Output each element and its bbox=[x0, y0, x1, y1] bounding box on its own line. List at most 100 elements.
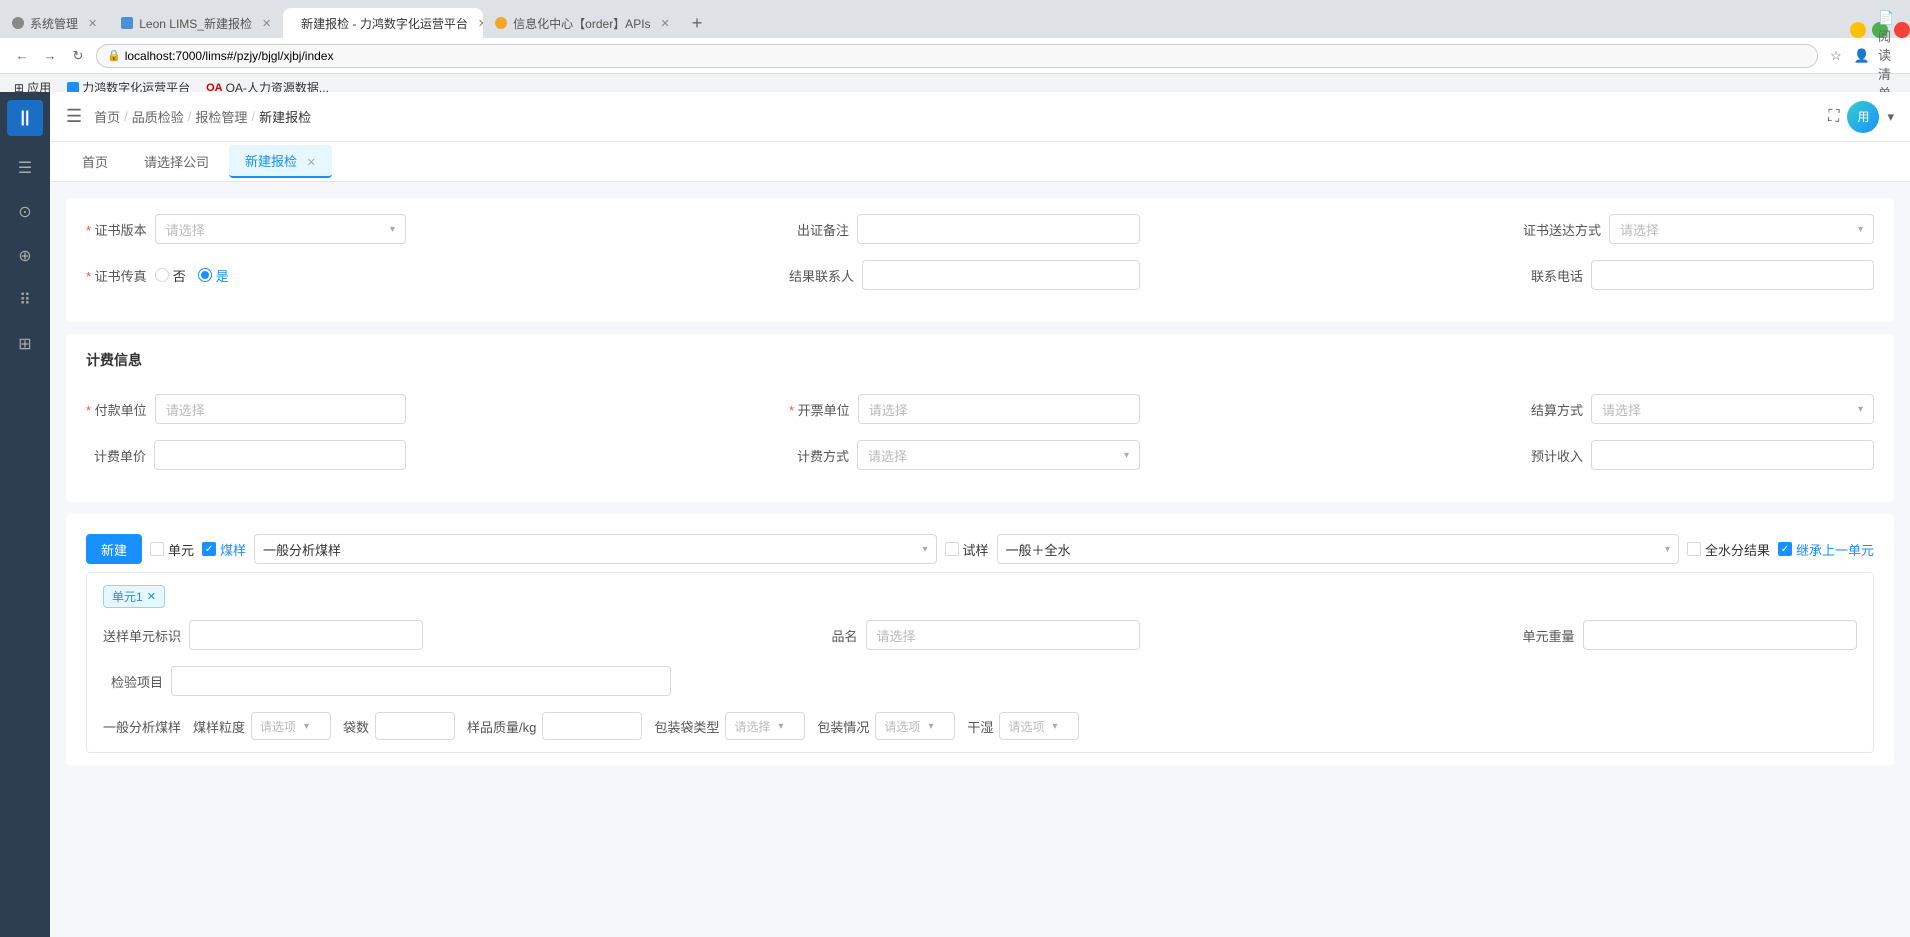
sidebar-item-menu[interactable]: ☰ bbox=[5, 148, 45, 188]
readlist-icon[interactable]: 📄 阅读清单 bbox=[1878, 46, 1898, 66]
cert-row-1: 证书版本 请选择 ▾ 出证备注 证书送达方 bbox=[86, 214, 1874, 244]
bookmarks-icon[interactable]: ☆ bbox=[1826, 46, 1846, 66]
cert-remarks-input[interactable] bbox=[857, 214, 1140, 244]
unit-weight-label: 单元重量 bbox=[1515, 626, 1575, 645]
test-items-input[interactable] bbox=[171, 666, 671, 696]
bags-item: 袋数 bbox=[343, 712, 455, 740]
general-analysis-select[interactable]: 一般分析煤样 ▾ bbox=[254, 534, 936, 564]
unit-label: 单元 bbox=[168, 540, 194, 559]
sidebar-item-add[interactable]: ⊕ bbox=[5, 236, 45, 276]
bags-input[interactable] bbox=[375, 712, 455, 740]
address-bar[interactable]: 🔒 bbox=[96, 44, 1818, 68]
test-items-label: 检验项目 bbox=[103, 672, 163, 691]
tab-close-api[interactable]: ✕ bbox=[661, 17, 670, 30]
cert-version-placeholder: 请选择 bbox=[166, 220, 205, 239]
tab-label-api: 信息化中心【order】APIs bbox=[513, 15, 650, 32]
tab-icon-lims bbox=[121, 17, 133, 29]
form-area: 证书版本 请选择 ▾ 出证备注 证书送达方 bbox=[50, 182, 1910, 937]
fee-method-arrow-icon: ▾ bbox=[1124, 450, 1129, 461]
dry-wet-select[interactable]: 请选项 ▾ bbox=[999, 712, 1079, 740]
fee-unit-input[interactable] bbox=[154, 440, 406, 470]
browser-tab-new-report[interactable]: 新建报检 - 力鸿数字化运营平台 ✕ bbox=[283, 8, 483, 38]
settlement-select[interactable]: 请选择 ▾ bbox=[1591, 394, 1874, 424]
breadcrumb: 首页 / 品质检验 / 报检管理 / 新建报检 bbox=[94, 107, 311, 126]
unit-tab-close-icon[interactable]: ✕ bbox=[147, 590, 156, 603]
package-select[interactable]: 请选项 ▾ bbox=[875, 712, 955, 740]
toolbar: 新建 单元 ✓ 煤样 一般分析煤样 ▾ bbox=[86, 526, 1874, 572]
full-water-checkbox[interactable]: 全水分结果 bbox=[1687, 540, 1770, 559]
page-tab-company[interactable]: 请选择公司 bbox=[128, 146, 225, 177]
contact-phone-input[interactable] bbox=[1591, 260, 1874, 290]
cert-delivery-arrow-icon: ▾ bbox=[1858, 224, 1863, 235]
package-type-select[interactable]: 请选择 ▾ bbox=[725, 712, 805, 740]
expected-income-input[interactable] bbox=[1591, 440, 1874, 470]
cert-version-select[interactable]: 请选择 ▾ bbox=[155, 214, 406, 244]
new-button[interactable]: 新建 bbox=[86, 534, 142, 564]
radio-no[interactable]: 否 bbox=[155, 266, 186, 285]
back-button[interactable]: ← bbox=[12, 46, 32, 66]
breadcrumb-quality[interactable]: 品质检验 bbox=[132, 107, 184, 126]
browser-tab-system[interactable]: 系统管理 ✕ bbox=[0, 8, 109, 38]
breadcrumb-sep3: / bbox=[251, 109, 255, 124]
radio-yes-circle bbox=[198, 268, 212, 282]
breadcrumb-home[interactable]: 首页 bbox=[94, 107, 120, 126]
new-button-label: 新建 bbox=[101, 540, 127, 559]
nav-toggle-icon[interactable]: ☰ bbox=[66, 106, 82, 127]
radio-yes[interactable]: 是 bbox=[198, 266, 229, 285]
coal-sample-label: 煤样 bbox=[220, 540, 246, 559]
cert-remarks-label: 出证备注 bbox=[789, 220, 849, 239]
browser-tab-lims[interactable]: Leon LIMS_新建报检 ✕ bbox=[109, 8, 283, 38]
cert-delivery-select[interactable]: 请选择 ▾ bbox=[1609, 214, 1874, 244]
cert-delivery-item: 证书送达方式 请选择 ▾ bbox=[1523, 214, 1874, 244]
fee-method-select[interactable]: 请选择 ▾ bbox=[857, 440, 1140, 470]
inherit-checkbox-box: ✓ bbox=[1778, 542, 1792, 556]
product-select[interactable]: 请选择 bbox=[866, 620, 1141, 650]
minimize-button[interactable] bbox=[1850, 22, 1866, 38]
avatar[interactable]: 用 bbox=[1847, 101, 1879, 133]
tab-close-lims[interactable]: ✕ bbox=[262, 17, 271, 30]
cert-fax-item: 证书传真 否 是 bbox=[86, 266, 406, 285]
coal-sample-checkbox[interactable]: ✓ 煤样 bbox=[202, 540, 246, 559]
page-tab-home[interactable]: 首页 bbox=[66, 146, 124, 177]
tab-icon-system bbox=[12, 17, 24, 29]
browser-tab-api[interactable]: 信息化中心【order】APIs ✕ bbox=[483, 8, 682, 38]
package-label: 包装情况 bbox=[817, 717, 869, 736]
new-tab-button[interactable]: + bbox=[682, 8, 713, 38]
sample-quality-input[interactable] bbox=[542, 712, 642, 740]
sidebar-item-home[interactable]: ⊙ bbox=[5, 192, 45, 232]
package-arrow-icon: ▾ bbox=[928, 721, 933, 732]
unit-checkbox-box bbox=[150, 542, 164, 556]
result-contact-label: 结果联系人 bbox=[789, 266, 854, 285]
pay-unit-select[interactable]: 请选择 bbox=[155, 394, 406, 424]
dry-wet-placeholder: 请选项 bbox=[1008, 718, 1044, 735]
coal-particle-select[interactable]: 请选项 ▾ bbox=[251, 712, 331, 740]
tab-label-new-report: 新建报检 - 力鸿数字化运营平台 bbox=[301, 15, 468, 32]
full-water-label: 全水分结果 bbox=[1705, 540, 1770, 559]
address-input[interactable] bbox=[125, 49, 1807, 63]
cert-version-label: 证书版本 bbox=[86, 220, 147, 239]
general-full-select[interactable]: 一般＋全水 ▾ bbox=[997, 534, 1679, 564]
unit-checkbox[interactable]: 单元 bbox=[150, 540, 194, 559]
invoice-unit-select[interactable]: 请选择 bbox=[858, 394, 1140, 424]
page-tab-close-icon[interactable]: ✕ bbox=[307, 157, 316, 169]
dropdown-icon[interactable]: ▾ bbox=[1887, 109, 1894, 125]
sample-unit-input[interactable] bbox=[189, 620, 423, 650]
profile-icon[interactable]: 👤 bbox=[1852, 46, 1872, 66]
page-tab-home-label: 首页 bbox=[82, 155, 108, 170]
breadcrumb-report-mgmt[interactable]: 报检管理 bbox=[195, 107, 247, 126]
sidebar-item-grid[interactable]: ⊞ bbox=[5, 324, 45, 364]
reload-button[interactable]: ↻ bbox=[68, 46, 88, 66]
page-tab-new-report[interactable]: 新建报检 ✕ bbox=[229, 145, 332, 178]
sidebar-item-list[interactable]: ⠿ bbox=[5, 280, 45, 320]
fullscreen-button[interactable]: ⛶ bbox=[1828, 108, 1839, 126]
app-logo[interactable]: || bbox=[7, 100, 43, 136]
trial-sample-checkbox[interactable]: 试样 bbox=[945, 540, 989, 559]
inherit-checkbox[interactable]: ✓ 继承上一单元 bbox=[1778, 540, 1874, 559]
analysis-row: 一般分析煤样 煤样粒度 请选项 ▾ 袋 bbox=[103, 712, 1857, 740]
unit-weight-input[interactable] bbox=[1583, 620, 1858, 650]
result-contact-input[interactable] bbox=[862, 260, 1140, 290]
forward-button[interactable]: → bbox=[40, 46, 60, 66]
unit-tab-1[interactable]: 单元1 ✕ bbox=[103, 585, 165, 608]
tab-close-system[interactable]: ✕ bbox=[88, 17, 97, 30]
top-nav-right: ⛶ 用 ▾ bbox=[1828, 101, 1894, 133]
